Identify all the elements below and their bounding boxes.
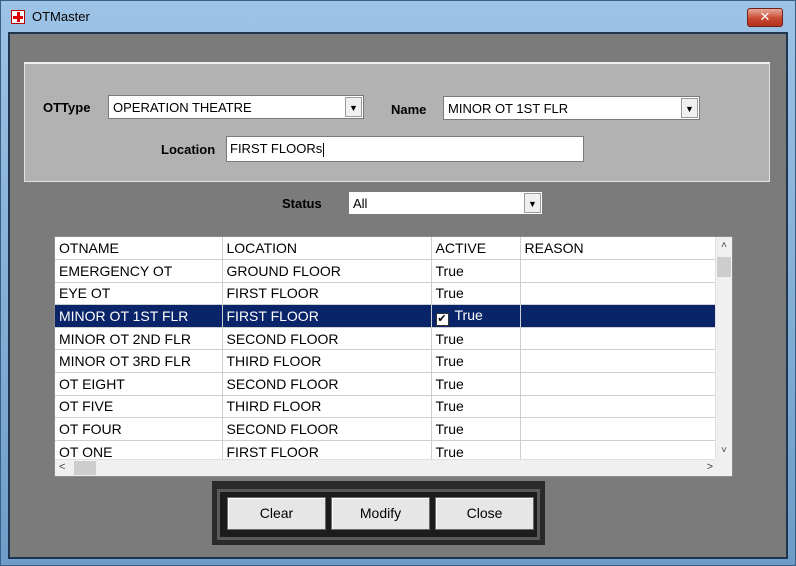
modify-button[interactable]: Modify — [331, 497, 430, 530]
cell-active[interactable]: True — [431, 259, 521, 283]
cell-location[interactable]: SECOND FLOOR — [222, 327, 432, 351]
client-area: OTType OPERATION THEATRE ▼ Name MINOR OT… — [8, 32, 788, 559]
cell-reason[interactable] — [520, 282, 717, 306]
chevron-down-icon[interactable]: ▼ — [345, 97, 362, 117]
status-label: Status — [282, 196, 322, 211]
window-title: OTMaster — [32, 9, 90, 24]
cell-reason[interactable] — [520, 327, 717, 351]
table-row[interactable]: OT FIVE THIRD FLOOR True — [55, 395, 717, 419]
ottype-label: OTType — [43, 100, 91, 115]
cell-active[interactable]: ✔ True — [431, 304, 521, 328]
cell-active[interactable]: True — [431, 395, 521, 419]
column-header-active[interactable]: ACTIVE — [431, 237, 521, 261]
cell-location[interactable]: THIRD FLOOR — [222, 349, 432, 374]
table-row[interactable]: OT FOUR SECOND FLOOR True — [55, 417, 717, 441]
red-cross-icon — [11, 10, 25, 24]
table-row[interactable]: MINOR OT 3RD FLR THIRD FLOOR True — [55, 349, 717, 374]
cell-otname[interactable]: MINOR OT 3RD FLR — [55, 349, 223, 374]
vertical-scrollbar[interactable]: ˄ ˅ — [715, 237, 732, 459]
table-row[interactable]: OT EIGHT SECOND FLOOR True — [55, 372, 717, 396]
filter-panel: OTType OPERATION THEATRE ▼ Name MINOR OT… — [24, 62, 770, 182]
name-value: MINOR OT 1ST FLR — [448, 101, 569, 116]
cell-active[interactable]: True — [431, 327, 521, 351]
window-close-button[interactable]: ✕ — [747, 8, 783, 27]
cell-otname[interactable]: OT FIVE — [55, 395, 223, 419]
cell-otname[interactable]: MINOR OT 2ND FLR — [55, 327, 223, 351]
cell-location[interactable]: FIRST FLOOR — [222, 304, 432, 328]
cell-active[interactable]: True — [431, 349, 521, 374]
otmaster-window: OTMaster ✕ OTType OPERATION THEATRE ▼ Na… — [0, 0, 796, 566]
scrollbar-corner — [715, 459, 732, 476]
cell-reason[interactable] — [520, 395, 717, 419]
button-bar: Clear Modify Close — [212, 481, 545, 545]
title-bar[interactable]: OTMaster ✕ — [1, 1, 795, 31]
horizontal-scroll-thumb[interactable] — [74, 461, 96, 475]
cell-otname[interactable]: OT EIGHT — [55, 372, 223, 396]
cell-reason[interactable] — [520, 417, 717, 441]
column-header-reason[interactable]: REASON — [520, 237, 717, 261]
cell-active[interactable]: True — [431, 372, 521, 396]
chevron-down-icon[interactable]: ▼ — [681, 98, 698, 118]
location-input[interactable]: FIRST FLOORs — [226, 136, 584, 162]
ottype-value: OPERATION THEATRE — [113, 100, 252, 115]
cell-reason[interactable] — [520, 259, 717, 283]
text-caret — [323, 142, 325, 157]
location-label: Location — [161, 142, 216, 157]
location-value: FIRST FLOORs — [230, 141, 323, 156]
table-row[interactable]: MINOR OT 1ST FLR FIRST FLOOR ✔ True — [55, 304, 717, 328]
horizontal-scrollbar[interactable]: < > — [55, 459, 717, 476]
scroll-down-icon[interactable]: ˅ — [716, 445, 732, 456]
cell-location[interactable]: SECOND FLOOR — [222, 372, 432, 396]
cell-reason[interactable] — [520, 349, 717, 374]
status-value: All — [353, 196, 368, 211]
name-label: Name — [391, 102, 427, 117]
cell-location[interactable]: THIRD FLOOR — [222, 395, 432, 419]
cell-active[interactable]: True — [431, 417, 521, 441]
cell-location[interactable]: GROUND FLOOR — [222, 259, 432, 283]
vertical-scroll-thumb[interactable] — [717, 257, 731, 277]
grid-body: EMERGENCY OT GROUND FLOOR True EYE OT FIRST … — [55, 259, 717, 464]
table-row[interactable]: EYE OT FIRST FLOOR True — [55, 282, 717, 306]
scroll-left-icon[interactable]: < — [59, 461, 65, 473]
status-combo[interactable]: All ▼ — [348, 191, 543, 215]
cell-otname[interactable]: OT FOUR — [55, 417, 223, 441]
cell-location[interactable]: SECOND FLOOR — [222, 417, 432, 441]
button-bar-inner: Clear Modify Close — [220, 492, 537, 537]
cell-otname[interactable]: MINOR OT 1ST FLR — [55, 304, 223, 328]
column-header-location[interactable]: LOCATION — [222, 237, 432, 261]
cell-reason[interactable] — [520, 304, 717, 328]
cell-reason[interactable] — [520, 372, 717, 396]
cell-location[interactable]: FIRST FLOOR — [222, 282, 432, 306]
table-row[interactable]: MINOR OT 2ND FLR SECOND FLOOR True — [55, 327, 717, 351]
column-header-otname[interactable]: OTNAME — [55, 237, 223, 261]
chevron-down-icon[interactable]: ▼ — [524, 193, 541, 213]
table-row[interactable]: EMERGENCY OT GROUND FLOOR True — [55, 259, 717, 283]
cell-active-text: True — [454, 306, 483, 323]
close-button[interactable]: Close — [435, 497, 534, 530]
cell-otname[interactable]: EYE OT — [55, 282, 223, 306]
clear-button[interactable]: Clear — [227, 497, 326, 530]
checkbox-icon[interactable]: ✔ — [435, 312, 449, 326]
ottype-combo[interactable]: OPERATION THEATRE ▼ — [108, 95, 364, 119]
name-combo[interactable]: MINOR OT 1ST FLR ▼ — [443, 96, 700, 120]
cell-otname[interactable]: EMERGENCY OT — [55, 259, 223, 283]
ot-grid[interactable]: OTNAME LOCATION ACTIVE REASON EMERGENCY … — [54, 236, 733, 477]
cell-active[interactable]: True — [431, 282, 521, 306]
scroll-right-icon[interactable]: > — [707, 461, 713, 473]
scroll-up-icon[interactable]: ˄ — [716, 240, 732, 251]
ot-table: OTNAME LOCATION ACTIVE REASON EMERGENCY … — [55, 237, 717, 464]
